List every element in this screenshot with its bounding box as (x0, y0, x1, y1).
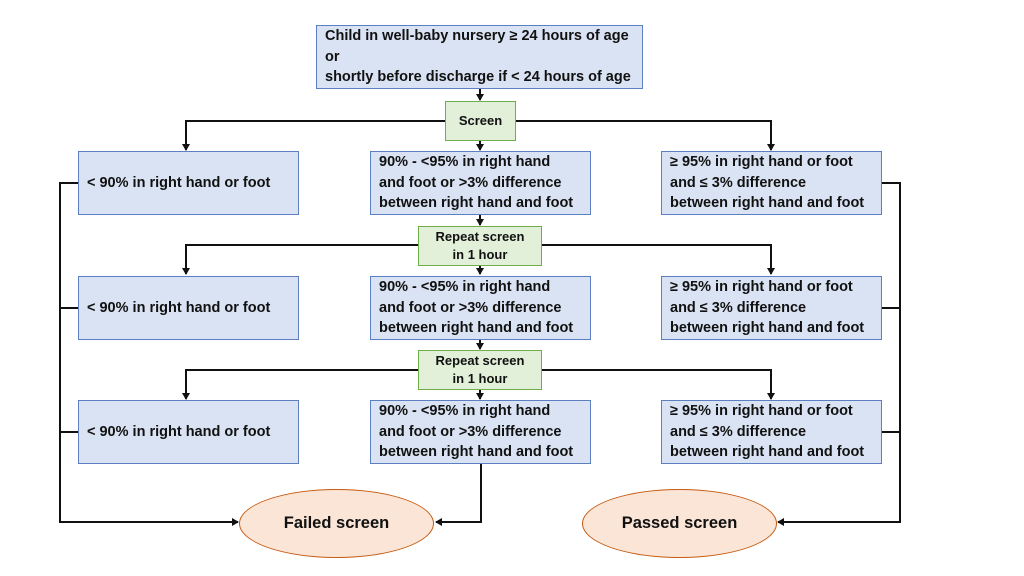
mid-box-2: 90% - <95% in right hand and foot or >3%… (370, 276, 591, 340)
pass-text-3: ≥ 95% in right hand or foot and ≤ 3% dif… (670, 403, 865, 461)
passed-screen-oval: Passed screen (582, 489, 777, 558)
mid-text-1: 90% - <95% in right hand and foot or >3%… (379, 154, 574, 212)
repeat-screen-text-2: Repeat screen in 1 hour (435, 353, 525, 386)
failed-screen-oval: Failed screen (239, 489, 434, 558)
pass-text-1: ≥ 95% in right hand or foot and ≤ 3% dif… (670, 154, 865, 212)
mid-box-3: 90% - <95% in right hand and foot or >3%… (370, 400, 591, 464)
pass-box-3: ≥ 95% in right hand or foot and ≤ 3% dif… (661, 400, 882, 464)
start-text: Child in well-baby nursery ≥ 24 hours of… (325, 28, 631, 86)
passed-screen-text: Passed screen (621, 514, 738, 532)
pass-box-2: ≥ 95% in right hand or foot and ≤ 3% dif… (661, 276, 882, 340)
arrow-screen-to-pass-1 (516, 120, 775, 151)
start-box: Child in well-baby nursery ≥ 24 hours of… (316, 25, 643, 89)
fail-box-3: < 90% in right hand or foot (78, 400, 299, 464)
mid-text-3: 90% - <95% in right hand and foot or >3%… (379, 403, 574, 461)
fail-text-1: < 90% in right hand or foot (87, 174, 271, 191)
repeat-screen-text-1: Repeat screen in 1 hour (435, 229, 525, 262)
arrow-screen-to-fail-1 (182, 120, 445, 151)
screen-text: Screen (458, 113, 503, 128)
pass-text-2: ≥ 95% in right hand or foot and ≤ 3% dif… (670, 279, 865, 337)
fail-text-2: < 90% in right hand or foot (87, 299, 271, 316)
fail-bus-line (59, 182, 239, 526)
fail-box-2: < 90% in right hand or foot (78, 276, 299, 340)
mid-text-2: 90% - <95% in right hand and foot or >3%… (379, 279, 574, 337)
screen-box: Screen (445, 101, 516, 141)
failed-screen-text: Failed screen (283, 514, 390, 532)
pass-bus-line (777, 182, 901, 526)
fail-text-3: < 90% in right hand or foot (87, 423, 271, 440)
repeat-screen-box-2: Repeat screen in 1 hour (418, 350, 542, 390)
arrow-repeat-1-to-fail-2 (182, 244, 418, 275)
mid-box-1: 90% - <95% in right hand and foot or >3%… (370, 151, 591, 215)
arrow-mid-3-to-failed (435, 464, 482, 526)
pass-box-1: ≥ 95% in right hand or foot and ≤ 3% dif… (661, 151, 882, 215)
arrow-repeat-2-to-pass-3 (542, 369, 775, 400)
repeat-screen-box-1: Repeat screen in 1 hour (418, 226, 542, 266)
fail-box-1: < 90% in right hand or foot (78, 151, 299, 215)
arrow-repeat-1-to-pass-2 (542, 244, 775, 275)
arrow-repeat-2-to-fail-3 (182, 369, 418, 400)
